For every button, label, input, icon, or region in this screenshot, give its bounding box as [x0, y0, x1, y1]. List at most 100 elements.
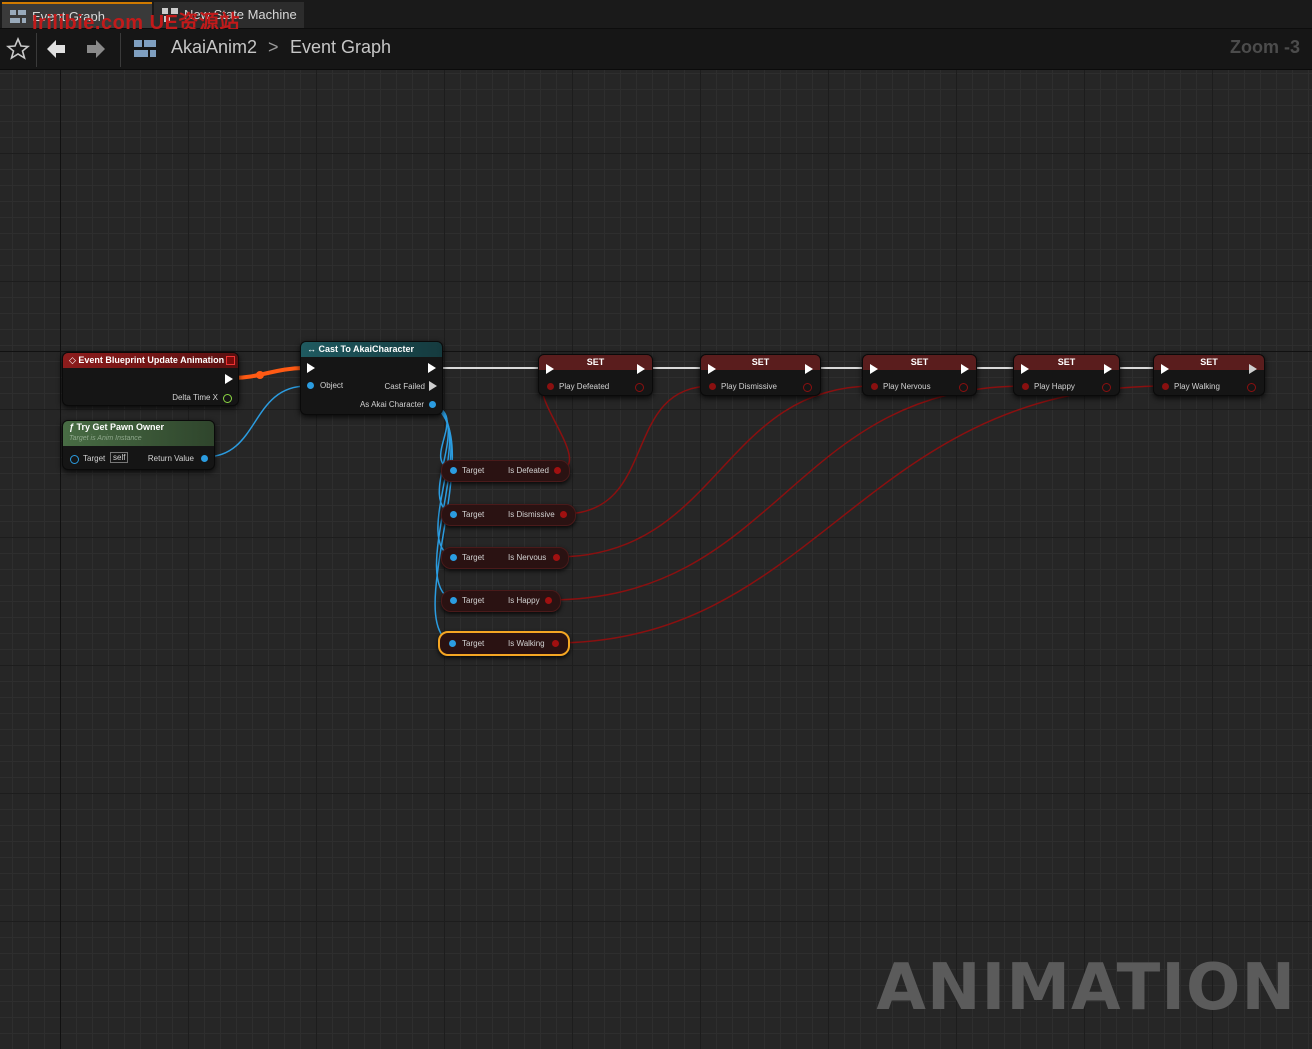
bool-in-pin[interactable] — [547, 383, 554, 390]
node-header: ◇ Event Blueprint Update Animation — [63, 353, 238, 368]
getter-var-label: Is Walking — [508, 639, 545, 648]
target-label: Target — [462, 466, 485, 475]
set-play-defeated-node[interactable]: SET Play Defeated — [538, 354, 653, 396]
bool-wire — [547, 385, 1026, 601]
node-subtitle: Target is Anim Instance — [69, 435, 142, 442]
graph-icon — [134, 40, 156, 57]
set-play-nervous-node[interactable]: SET Play Nervous — [862, 354, 977, 396]
set-play-walking-node[interactable]: SET Play Walking — [1153, 354, 1265, 396]
exec-out-pin[interactable] — [637, 364, 645, 374]
delegate-pin-icon[interactable] — [226, 356, 235, 365]
bool-in-pin[interactable] — [709, 383, 716, 390]
cast-to-akaicharacter-node[interactable]: ↔ Cast To AkaiCharacter Object Cast Fail… — [300, 341, 443, 415]
node-title: Event Blueprint Update Animation — [78, 355, 225, 365]
target-pin[interactable] — [450, 597, 457, 604]
object-pin[interactable] — [307, 382, 314, 389]
bool-out-pin[interactable] — [553, 554, 560, 561]
forward-arrow-icon[interactable] — [84, 37, 108, 61]
toolbar-divider — [36, 33, 37, 67]
bool-in-pin[interactable] — [1162, 383, 1169, 390]
target-pin[interactable] — [449, 640, 456, 647]
bool-wire — [552, 385, 1167, 644]
exec-in-pin[interactable] — [870, 364, 878, 374]
target-pin[interactable] — [70, 455, 79, 464]
get-is-dismissive-node[interactable]: Target Is Dismissive — [441, 504, 576, 526]
getter-var-label: Is Defeated — [508, 466, 549, 475]
exec-out-pin[interactable] — [805, 364, 813, 374]
setter-var-label: Play Happy — [1034, 382, 1075, 391]
bool-out-pin[interactable] — [545, 597, 552, 604]
set-play-happy-node[interactable]: SET Play Happy — [1013, 354, 1120, 396]
try-get-pawn-owner-node[interactable]: ƒ Try Get Pawn Owner Target is Anim Inst… — [62, 420, 215, 470]
target-pin[interactable] — [450, 467, 457, 474]
bool-out-pin[interactable] — [959, 383, 968, 392]
bool-wire — [562, 385, 713, 515]
function-icon: ƒ — [69, 422, 77, 432]
exec-out-pin[interactable] — [428, 363, 436, 373]
bool-out-pin[interactable] — [560, 511, 567, 518]
bool-wire — [555, 385, 875, 558]
back-arrow-icon[interactable] — [44, 37, 68, 61]
star-icon[interactable] — [6, 37, 30, 61]
get-is-happy-node[interactable]: Target Is Happy — [441, 590, 561, 612]
node-header: SET — [1154, 355, 1264, 370]
target-pin[interactable] — [450, 554, 457, 561]
bool-out-pin[interactable] — [1247, 383, 1256, 392]
bool-out-pin[interactable] — [552, 640, 559, 647]
bool-out-pin[interactable] — [1102, 383, 1111, 392]
setter-var-label: Play Dismissive — [721, 382, 778, 391]
return-value-pin[interactable] — [201, 455, 208, 462]
bool-out-pin[interactable] — [803, 383, 812, 392]
exec-out-pin[interactable] — [961, 364, 969, 374]
set-play-dismissive-node[interactable]: SET Play Dismissive — [700, 354, 821, 396]
as-akai-character-label: As Akai Character — [359, 400, 424, 409]
breadcrumb-graph[interactable]: Event Graph — [290, 37, 391, 58]
get-is-nervous-node[interactable]: Target Is Nervous — [441, 547, 569, 569]
bool-in-pin[interactable] — [1022, 383, 1029, 390]
node-title: SET — [1057, 357, 1076, 367]
node-title: SET — [910, 357, 929, 367]
target-pin[interactable] — [450, 511, 457, 518]
setter-var-label: Play Nervous — [883, 382, 931, 391]
bool-out-pin[interactable] — [554, 467, 561, 474]
breadcrumb-asset[interactable]: AkaiAnim2 — [171, 37, 257, 58]
node-header: SET — [539, 355, 652, 370]
target-label: Target — [462, 639, 485, 648]
self-default-field[interactable]: self — [110, 452, 129, 463]
event-update-animation-node[interactable]: ◇ Event Blueprint Update Animation Delta… — [62, 352, 239, 406]
exec-out-pin[interactable] — [1104, 364, 1112, 374]
getter-var-label: Is Nervous — [508, 553, 547, 562]
setter-var-label: Play Defeated — [559, 382, 610, 391]
exec-in-pin[interactable] — [1021, 364, 1029, 374]
wire-layer — [204, 366, 1167, 644]
exec-in-pin[interactable] — [708, 364, 716, 374]
graph-canvas[interactable]: ◇ Event Blueprint Update Animation Delta… — [0, 70, 1312, 1049]
node-title: SET — [751, 357, 770, 367]
node-header: SET — [701, 355, 820, 370]
get-is-walking-node[interactable]: Target Is Walking — [438, 631, 570, 656]
bool-wire — [542, 385, 571, 471]
breadcrumb-separator: > — [268, 37, 279, 57]
node-title: Try Get Pawn Owner — [76, 422, 165, 432]
event-diamond-icon: ◇ — [69, 355, 79, 365]
target-label: Target — [462, 553, 485, 562]
get-is-defeated-node[interactable]: Target Is Defeated — [441, 460, 570, 482]
bool-out-pin[interactable] — [635, 383, 644, 392]
node-header: ↔ Cast To AkaiCharacter — [301, 342, 442, 357]
exec-out-pin[interactable] — [225, 374, 233, 384]
exec-in-pin[interactable] — [1161, 364, 1169, 374]
as-akai-character-pin[interactable] — [429, 401, 436, 408]
exec-in-pin[interactable] — [546, 364, 554, 374]
bool-in-pin[interactable] — [871, 383, 878, 390]
delta-time-label: Delta Time X — [172, 393, 218, 402]
toolbar-divider — [120, 33, 121, 67]
float-pin[interactable] — [223, 394, 232, 403]
exec-out-pin[interactable] — [1249, 364, 1257, 374]
graph-toolbar: AkaiAnim2 > Event Graph Zoom -3 — [0, 29, 1312, 70]
exec-in-pin[interactable] — [307, 363, 315, 373]
setter-var-label: Play Walking — [1174, 382, 1220, 391]
getter-var-label: Is Happy — [508, 596, 540, 605]
cast-failed-pin[interactable] — [429, 381, 437, 391]
node-header: SET — [863, 355, 976, 370]
return-value-label: Return Value — [147, 454, 194, 463]
